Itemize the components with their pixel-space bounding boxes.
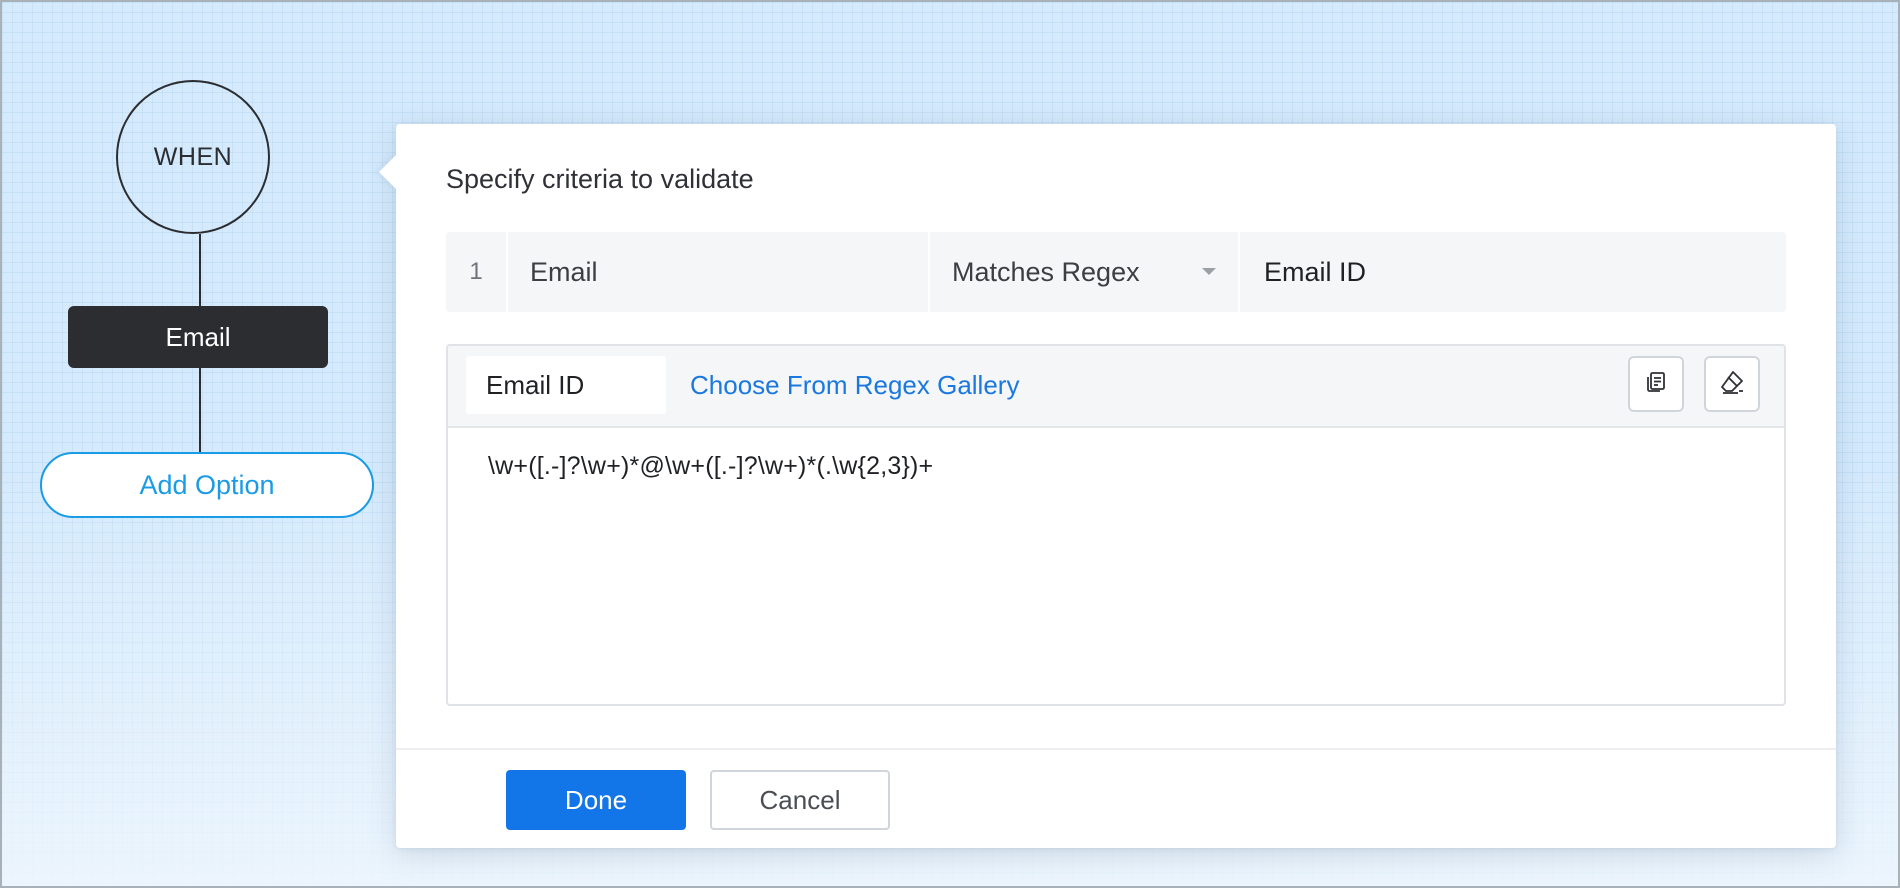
regex-gallery-link[interactable]: Choose From Regex Gallery	[690, 370, 1019, 401]
email-node-label: Email	[165, 321, 231, 352]
regex-editor: Email ID Choose From Regex Gallery \w+([…	[446, 344, 1786, 706]
done-button-label: Done	[564, 784, 628, 815]
criteria-value-text: Email ID	[1264, 256, 1367, 287]
cancel-button[interactable]: Cancel	[710, 770, 890, 830]
add-option-label: Add Option	[139, 469, 275, 500]
criteria-operator-value: Matches Regex	[952, 256, 1140, 287]
email-field-node[interactable]: Email	[68, 306, 328, 368]
criteria-row: 1 Email Matches Regex Email ID	[446, 232, 1786, 312]
connector-line	[199, 234, 201, 306]
criteria-operator-select[interactable]: Matches Regex	[930, 232, 1240, 312]
chevron-down-icon	[1202, 268, 1216, 275]
regex-pattern-input[interactable]: \w+([.-]?\w+)*@\w+([.-]?\w+)*(.\w{2,3})+	[488, 452, 933, 481]
criteria-dialog: Specify criteria to validate 1 Email Mat…	[379, 124, 1836, 850]
when-node[interactable]: WHEN	[116, 80, 270, 234]
flow-canvas: WHEN Email Add Option Specify criteria t…	[0, 0, 1900, 888]
criteria-field-select[interactable]: Email	[508, 232, 930, 312]
criteria-index: 1	[446, 232, 508, 312]
clear-button[interactable]	[1704, 356, 1760, 412]
connector-line	[199, 368, 201, 452]
done-button[interactable]: Done	[506, 770, 686, 830]
regex-name-label: Email ID	[486, 369, 585, 400]
dialog-footer: Done Cancel	[396, 748, 1836, 850]
copy-icon	[1643, 369, 1669, 400]
cancel-button-label: Cancel	[759, 784, 841, 815]
copy-button[interactable]	[1628, 356, 1684, 412]
regex-toolbar: Email ID Choose From Regex Gallery	[448, 346, 1784, 428]
criteria-value-field[interactable]: Email ID	[1240, 232, 1786, 312]
add-option-button[interactable]: Add Option	[40, 452, 374, 518]
dialog-pointer	[379, 155, 413, 189]
eraser-icon	[1718, 368, 1746, 401]
dialog-title: Specify criteria to validate	[446, 164, 754, 194]
regex-name-tab[interactable]: Email ID	[466, 356, 666, 414]
when-label: WHEN	[153, 142, 233, 171]
criteria-field-value: Email	[530, 256, 598, 287]
